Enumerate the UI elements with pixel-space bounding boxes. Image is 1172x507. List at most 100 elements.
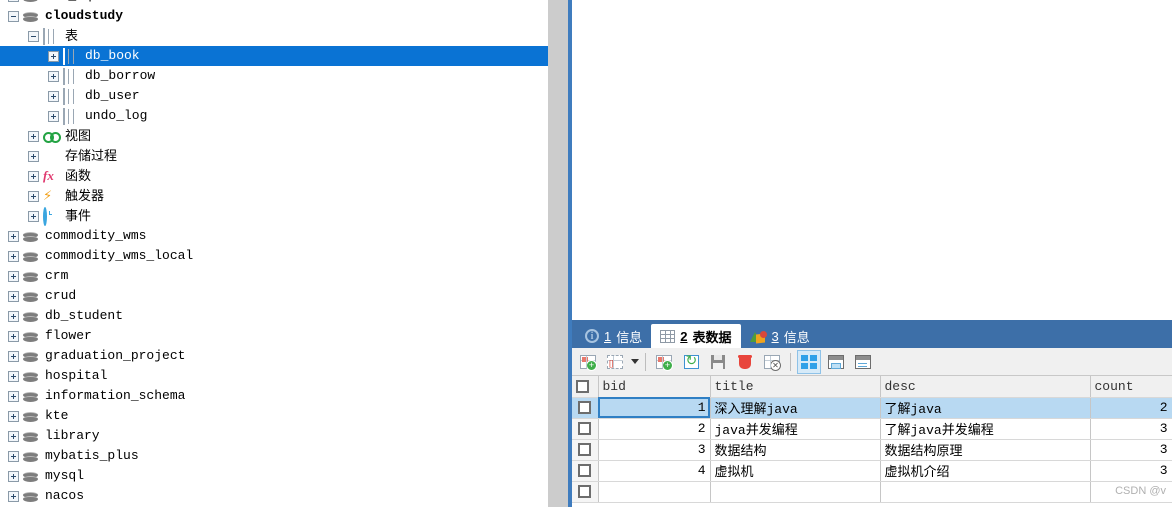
- expand-icon[interactable]: [28, 190, 39, 202]
- expand-icon[interactable]: [8, 0, 19, 2]
- checkbox-icon[interactable]: [578, 485, 592, 499]
- cell-title[interactable]: 虚拟机: [710, 460, 881, 482]
- table-body[interactable]: 1 深入理解java 了解java 2 2 java并发编程 了解java并发编程 3 3 数据结…: [572, 397, 1172, 503]
- tree-item-graduation_project[interactable]: graduation_project: [0, 346, 548, 366]
- checkbox-icon[interactable]: [576, 379, 589, 393]
- cell-desc[interactable]: 虚拟机介绍: [880, 460, 1091, 482]
- tree-item-表[interactable]: 表: [0, 26, 548, 46]
- expand-icon[interactable]: [48, 110, 59, 122]
- row-selector-cell[interactable]: [572, 439, 599, 461]
- cell-desc[interactable]: [880, 481, 1091, 503]
- expand-icon[interactable]: [8, 270, 19, 282]
- tree-item-db_user[interactable]: db_user: [0, 86, 548, 106]
- tree-item-cloudstudy[interactable]: cloudstudy: [0, 6, 548, 26]
- expand-icon[interactable]: [8, 290, 19, 302]
- row-selector-cell[interactable]: [572, 397, 599, 419]
- collapse-icon[interactable]: [8, 10, 19, 22]
- tree-item-mysql[interactable]: mysql: [0, 466, 548, 486]
- data-grid-container[interactable]: bid title desc count 1 深入理解java 了解java 2 2 java并…: [572, 376, 1172, 507]
- tree-item-mybatis_plus[interactable]: mybatis_plus: [0, 446, 548, 466]
- panel-splitter[interactable]: [548, 0, 572, 507]
- grid-view-button[interactable]: [797, 349, 821, 374]
- row-selector-cell[interactable]: [572, 418, 599, 440]
- cell-title[interactable]: 深入理解java: [710, 397, 881, 419]
- object-tree[interactable]: crm_sqlcloudstudy表db_bookdb_borrowdb_use…: [0, 0, 548, 506]
- expand-icon[interactable]: [8, 490, 19, 502]
- expand-icon[interactable]: [8, 230, 19, 242]
- cell-count[interactable]: 3: [1090, 439, 1172, 461]
- tree-item-nacos[interactable]: nacos: [0, 486, 548, 506]
- tree-item-information_schema[interactable]: information_schema: [0, 386, 548, 406]
- expand-icon[interactable]: [8, 330, 19, 342]
- delete-record-button[interactable]: []: [603, 350, 627, 374]
- expand-icon[interactable]: [8, 350, 19, 362]
- expand-icon[interactable]: [8, 450, 19, 462]
- column-header-count[interactable]: count: [1090, 376, 1172, 398]
- cell-count[interactable]: 2: [1090, 397, 1172, 419]
- expand-icon[interactable]: [8, 430, 19, 442]
- expand-icon[interactable]: [8, 370, 19, 382]
- add-record-button[interactable]: +: [576, 350, 600, 374]
- tree-item-commodity_wms_local[interactable]: commodity_wms_local: [0, 246, 548, 266]
- row-selector-cell[interactable]: [572, 481, 599, 503]
- text-view-button[interactable]: [851, 350, 875, 374]
- cell-title[interactable]: java并发编程: [710, 418, 881, 440]
- column-header-title[interactable]: title: [710, 376, 881, 398]
- checkbox-icon[interactable]: [578, 464, 592, 478]
- tree-item-library[interactable]: library: [0, 426, 548, 446]
- object-tree-panel[interactable]: crm_sqlcloudstudy表db_bookdb_borrowdb_use…: [0, 0, 548, 507]
- collapse-icon[interactable]: [28, 30, 39, 42]
- checkbox-icon[interactable]: [578, 443, 592, 457]
- cell-desc[interactable]: 了解java: [880, 397, 1091, 419]
- grid-toolbar[interactable]: + [] + ✕: [572, 348, 1172, 376]
- tree-item-flower[interactable]: flower: [0, 326, 548, 346]
- tree-item-undo_log[interactable]: undo_log: [0, 106, 548, 126]
- table-row[interactable]: 2 java并发编程 了解java并发编程 3: [572, 418, 1172, 440]
- tree-item-kte[interactable]: kte: [0, 406, 548, 426]
- tree-item-视图[interactable]: 视图: [0, 126, 548, 146]
- cell-desc[interactable]: 数据结构原理: [880, 439, 1091, 461]
- cell-bid[interactable]: 1: [598, 397, 711, 419]
- cell-bid[interactable]: 2: [598, 418, 711, 440]
- tree-item-crm[interactable]: crm: [0, 266, 548, 286]
- checkbox-icon[interactable]: [578, 422, 592, 436]
- delete-button[interactable]: [733, 350, 757, 374]
- table-row[interactable]: [572, 481, 1172, 503]
- tree-item-事件[interactable]: 事件: [0, 206, 548, 226]
- tree-item-db_borrow[interactable]: db_borrow: [0, 66, 548, 86]
- results-tab-2[interactable]: 2 表数据: [651, 324, 741, 348]
- cell-bid[interactable]: [598, 481, 711, 503]
- expand-icon[interactable]: [48, 50, 59, 62]
- cell-bid[interactable]: 3: [598, 439, 711, 461]
- results-tab-1[interactable]: i 1 信息: [576, 324, 651, 348]
- expand-icon[interactable]: [8, 470, 19, 482]
- tree-item-函数[interactable]: fx 函数: [0, 166, 548, 186]
- form-view-button[interactable]: [824, 350, 848, 374]
- chevron-down-icon[interactable]: [631, 359, 639, 364]
- cell-count[interactable]: 3: [1090, 460, 1172, 482]
- expand-icon[interactable]: [28, 150, 39, 162]
- checkbox-icon[interactable]: [578, 401, 592, 415]
- cell-bid[interactable]: 4: [598, 460, 711, 482]
- expand-icon[interactable]: [8, 250, 19, 262]
- expand-icon[interactable]: [48, 90, 59, 102]
- expand-icon[interactable]: [8, 410, 19, 422]
- results-tab-3[interactable]: 3 信息: [741, 324, 819, 348]
- expand-icon[interactable]: [28, 210, 39, 222]
- refresh-button[interactable]: [679, 350, 703, 374]
- cell-title[interactable]: 数据结构: [710, 439, 881, 461]
- cell-count[interactable]: 3: [1090, 418, 1172, 440]
- tree-item-db_student[interactable]: db_student: [0, 306, 548, 326]
- expand-icon[interactable]: [8, 310, 19, 322]
- query-editor-area[interactable]: [572, 0, 1172, 320]
- add-field-button[interactable]: +: [652, 350, 676, 374]
- select-all-cell[interactable]: [572, 376, 599, 398]
- table-header-row[interactable]: bid title desc count: [572, 376, 1172, 398]
- column-header-bid[interactable]: bid: [598, 376, 711, 398]
- expand-icon[interactable]: [8, 390, 19, 402]
- expand-icon[interactable]: [28, 130, 39, 142]
- expand-icon[interactable]: [28, 170, 39, 182]
- row-selector-cell[interactable]: [572, 460, 599, 482]
- cell-count[interactable]: [1090, 481, 1172, 503]
- tree-item-存储过程[interactable]: 存储过程: [0, 146, 548, 166]
